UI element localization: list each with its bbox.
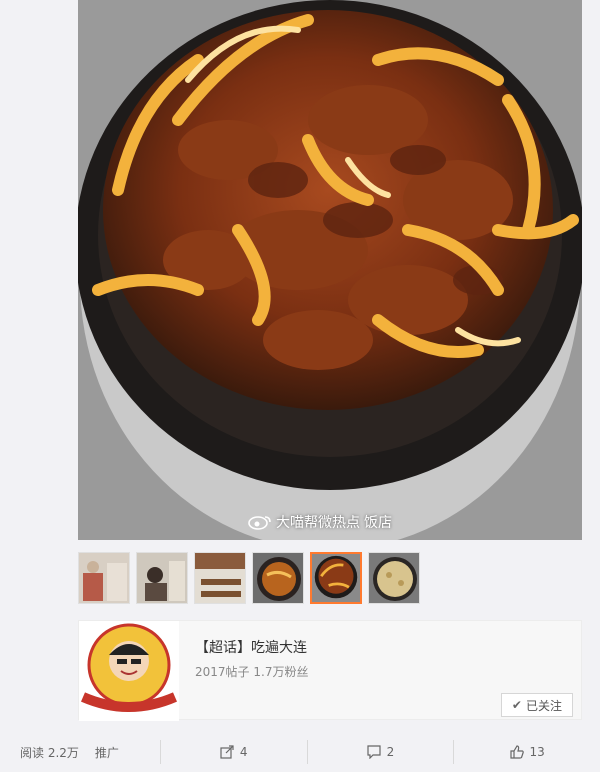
sizzling-beef-thumb[interactable] [310,552,362,604]
weibo-logo-icon [248,516,271,530]
thumbnail-strip [78,552,420,606]
pan-dish-thumb[interactable] [252,552,304,604]
check-icon: ✔ [511,698,522,712]
topic-posts: 2017帖子 [195,665,250,679]
beef-dish-illustration [78,0,582,540]
follow-label: 已关注 [525,698,562,713]
egg-pancake-thumb[interactable] [368,552,420,604]
read-count: 阅读 2.2万 [20,745,79,760]
topic-stats: 2017帖子 1.7万粉丝 [195,663,308,680]
weibo-post-card: 大喵帮微热点 饭店 【超话】吃遍大连 2017帖子 1.7万粉丝 ✔ 已关注 阅… [0,0,600,772]
main-photo[interactable]: 大喵帮微热点 饭店 [78,0,582,540]
like-count: 13 [529,745,545,759]
super-topic-card[interactable]: 【超话】吃遍大连 2017帖子 1.7万粉丝 ✔ 已关注 [78,620,582,721]
restaurant-interior-thumb[interactable] [78,552,130,604]
topic-title[interactable]: 【超话】吃遍大连 [195,637,307,657]
follow-button[interactable]: ✔ 已关注 [500,693,573,717]
action-bar: 阅读 2.2万 推广 4 2 13 [0,732,600,772]
read-count-area: 阅读 2.2万 推广 [0,740,160,764]
topic-fans: 1.7万粉丝 [253,665,309,679]
watermark-text: 大喵帮微热点 [276,515,360,531]
like-button[interactable]: 13 [454,740,600,764]
share-button[interactable]: 4 [161,740,307,764]
watermark-suffix: 饭店 [364,515,392,531]
promote-link[interactable]: 推广 [95,744,119,761]
comment-icon [366,745,381,759]
thumbs-up-icon [509,745,524,759]
share-icon [220,745,234,759]
comment-button[interactable]: 2 [308,740,454,764]
photo-watermark: 大喵帮微热点 饭店 [248,512,392,532]
share-count: 4 [239,745,248,759]
dining-hall-thumb[interactable] [194,552,246,604]
topic-logo [79,621,179,721]
diners-thumb[interactable] [136,552,188,604]
comment-count: 2 [386,745,395,759]
